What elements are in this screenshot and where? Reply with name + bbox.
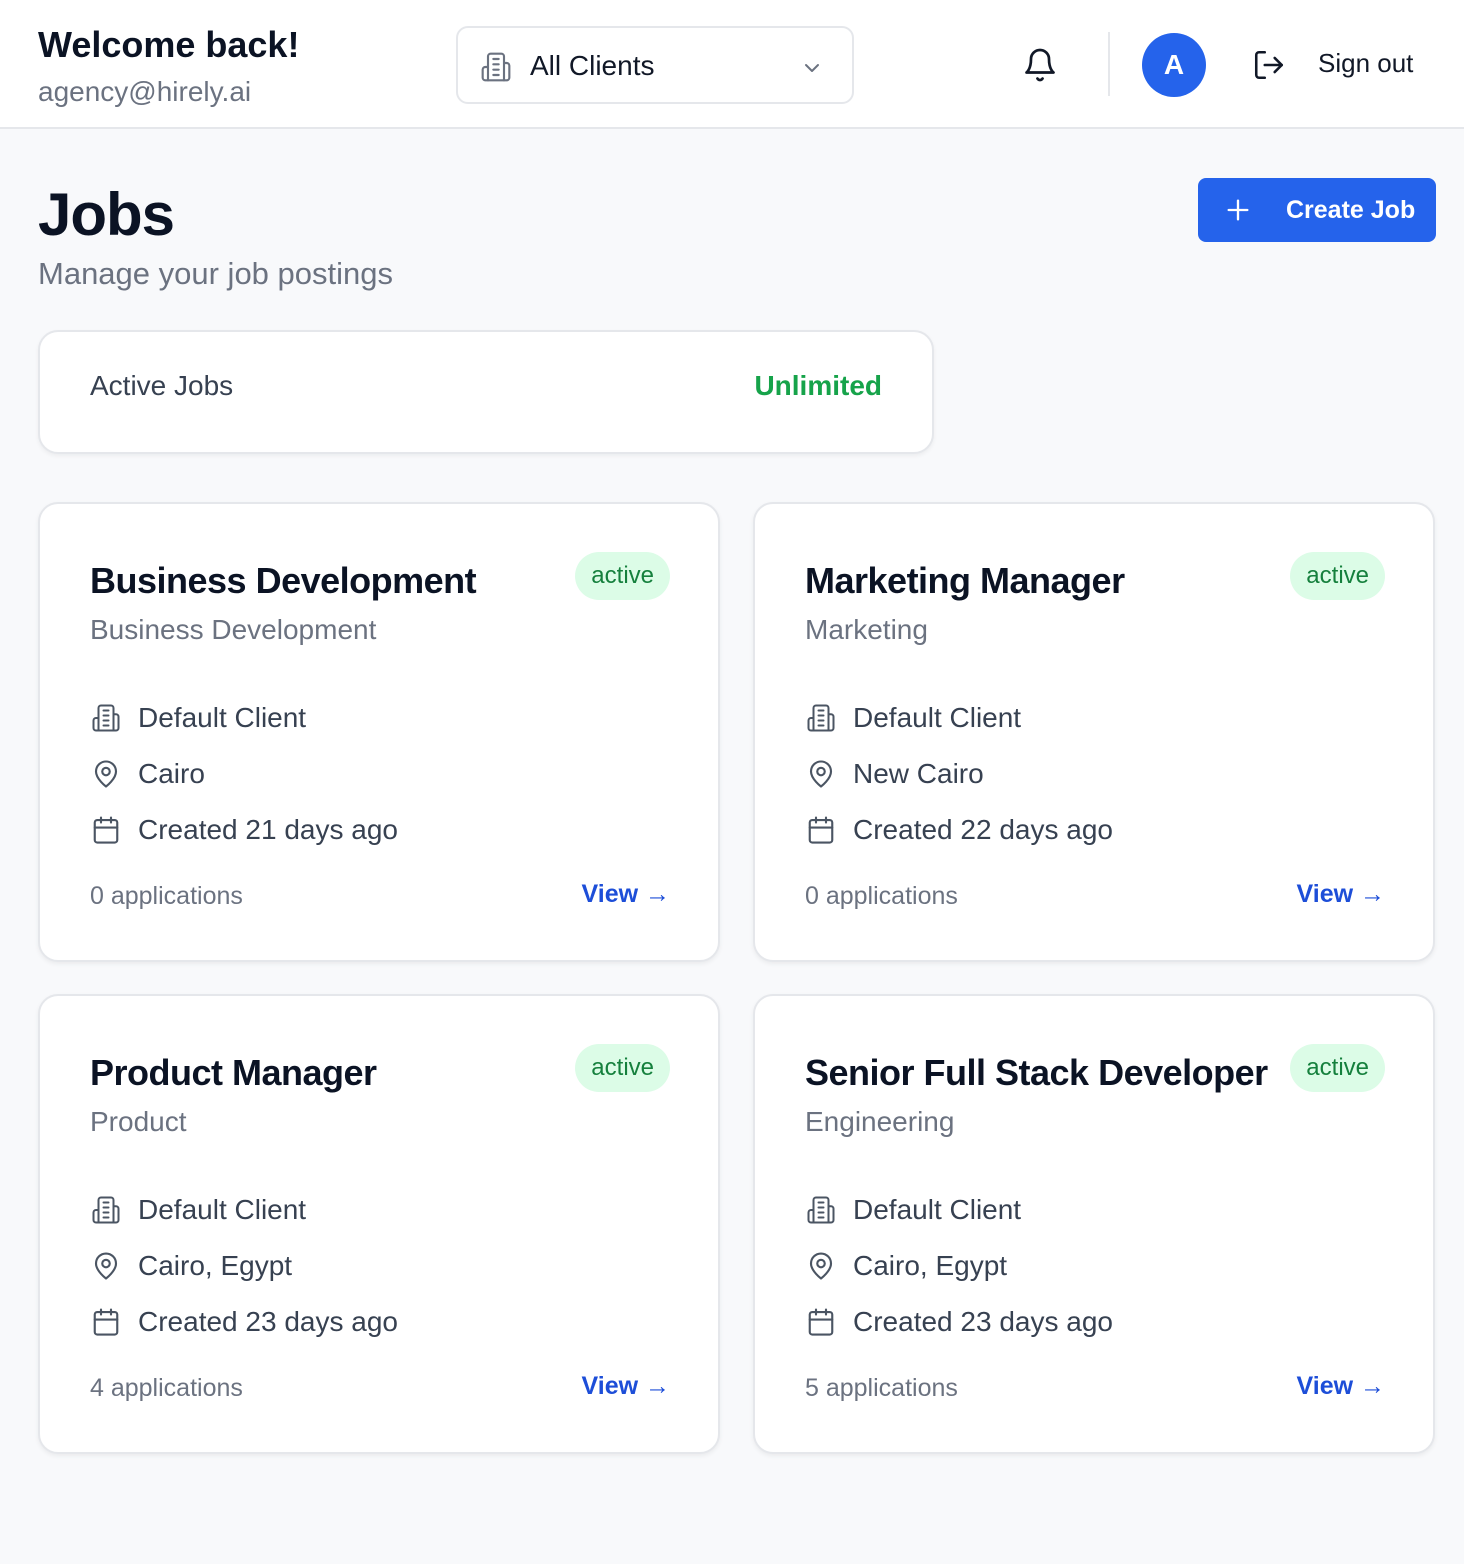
active-jobs-label: Active Jobs — [90, 370, 234, 401]
view-job-link[interactable]: View → — [582, 880, 670, 909]
job-client-row: Default Client — [805, 1192, 1021, 1228]
header-divider — [1108, 32, 1110, 96]
map-pin-icon — [805, 758, 837, 790]
job-created: Created 23 days ago — [138, 1306, 398, 1337]
building-icon — [90, 1194, 122, 1226]
building-icon — [90, 702, 122, 734]
building-icon — [480, 50, 512, 89]
calendar-icon — [805, 1306, 837, 1338]
job-location: Cairo, Egypt — [853, 1250, 1008, 1281]
job-created: Created 22 days ago — [853, 814, 1113, 845]
job-card[interactable]: Product Manager active Product Default C… — [38, 994, 720, 1454]
job-client-row: Default Client — [90, 700, 306, 736]
map-pin-icon — [90, 1250, 122, 1282]
status-badge: active — [1290, 552, 1385, 600]
status-badge: active — [575, 1044, 670, 1092]
calendar-icon — [805, 814, 837, 846]
job-location-row: Cairo, Egypt — [805, 1248, 1007, 1284]
job-applications: 0 applications — [90, 882, 243, 910]
building-icon — [805, 1194, 837, 1226]
status-badge: active — [1290, 1044, 1385, 1092]
create-job-button[interactable]: Create Job — [1198, 178, 1436, 242]
job-location: Cairo — [138, 758, 205, 789]
job-client: Default Client — [138, 702, 307, 733]
map-pin-icon — [90, 758, 122, 790]
calendar-icon — [90, 1306, 122, 1338]
job-title: Marketing Manager — [805, 560, 1125, 601]
welcome-heading: Welcome back! — [38, 24, 300, 65]
job-created-row: Created 22 days ago — [805, 812, 1113, 848]
map-pin-icon — [805, 1250, 837, 1282]
job-applications: 5 applications — [805, 1374, 958, 1402]
top-header: Welcome back! agency@hirely.ai All Clien… — [0, 0, 1464, 129]
job-department: Product — [90, 1106, 187, 1137]
client-filter-select[interactable]: All Clients — [456, 26, 854, 104]
job-created: Created 23 days ago — [853, 1306, 1113, 1337]
plus-icon — [1224, 196, 1252, 229]
chevron-down-icon — [800, 56, 824, 85]
job-created: Created 21 days ago — [138, 814, 398, 845]
job-location: New Cairo — [853, 758, 984, 789]
active-jobs-card: Active Jobs Unlimited — [38, 330, 934, 454]
page-title: Jobs — [38, 181, 175, 248]
job-location-row: New Cairo — [805, 756, 984, 792]
create-job-label: Create Job — [1286, 196, 1416, 224]
job-location: Cairo, Egypt — [138, 1250, 293, 1281]
job-location-row: Cairo, Egypt — [90, 1248, 292, 1284]
job-created-row: Created 23 days ago — [805, 1304, 1113, 1340]
job-applications: 0 applications — [805, 882, 958, 910]
view-job-link[interactable]: View → — [582, 1372, 670, 1401]
job-card[interactable]: Business Development active Business Dev… — [38, 502, 720, 962]
view-job-link[interactable]: View → — [1297, 880, 1385, 909]
job-card[interactable]: Senior Full Stack Developer active Engin… — [753, 994, 1435, 1454]
job-title: Senior Full Stack Developer — [805, 1052, 1268, 1093]
log-out-icon — [1252, 48, 1286, 87]
sign-out-label: Sign out — [1318, 48, 1414, 78]
view-job-link[interactable]: View → — [1297, 1372, 1385, 1401]
bell-icon[interactable] — [1022, 46, 1058, 89]
page-subtitle: Manage your job postings — [38, 256, 394, 291]
job-created-row: Created 21 days ago — [90, 812, 398, 848]
job-applications: 4 applications — [90, 1374, 243, 1402]
job-location-row: Cairo — [90, 756, 205, 792]
job-client: Default Client — [853, 1194, 1022, 1225]
building-icon — [805, 702, 837, 734]
calendar-icon — [90, 814, 122, 846]
job-department: Business Development — [90, 614, 377, 645]
job-title: Business Development — [90, 560, 477, 601]
status-badge: active — [575, 552, 670, 600]
user-email: agency@hirely.ai — [38, 76, 252, 107]
active-jobs-value: Unlimited — [754, 370, 882, 401]
job-title: Product Manager — [90, 1052, 377, 1093]
avatar[interactable]: A — [1142, 33, 1206, 97]
job-client: Default Client — [853, 702, 1022, 733]
job-card[interactable]: Marketing Manager active Marketing Defau… — [753, 502, 1435, 962]
job-client-row: Default Client — [90, 1192, 306, 1228]
job-client-row: Default Client — [805, 700, 1021, 736]
job-department: Engineering — [805, 1106, 955, 1137]
client-filter-value: All Clients — [530, 50, 655, 81]
job-created-row: Created 23 days ago — [90, 1304, 398, 1340]
job-client: Default Client — [138, 1194, 307, 1225]
job-department: Marketing — [805, 614, 928, 645]
